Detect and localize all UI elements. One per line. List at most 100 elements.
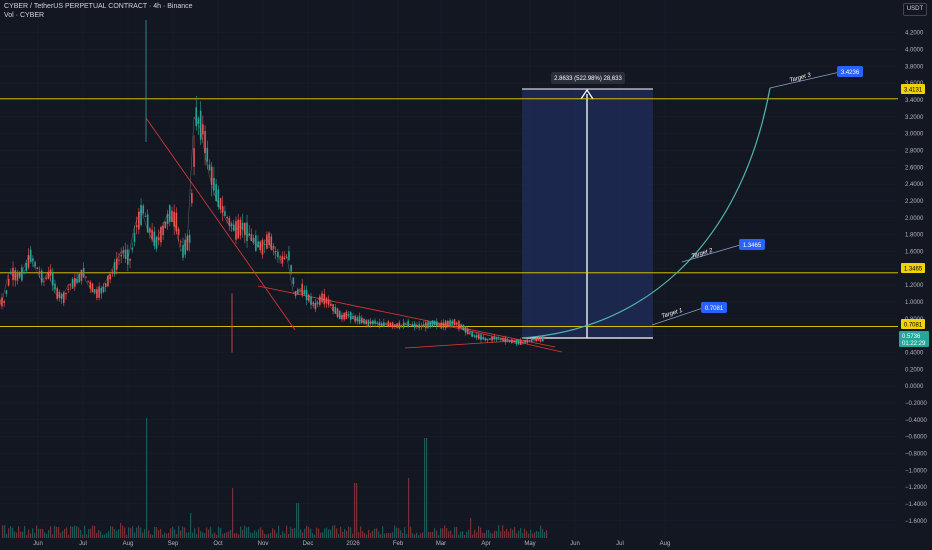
volume-bar	[156, 526, 158, 538]
candle-body	[85, 276, 87, 278]
candle-body	[345, 311, 348, 319]
candle-body	[491, 336, 493, 341]
x-tick-label: Dec	[303, 541, 314, 547]
volume-bar	[48, 530, 50, 538]
symbol-title[interactable]: CYBER / TetherUS PERPETUAL CONTRACT · 4h…	[4, 2, 193, 11]
volume-bar	[514, 526, 516, 538]
candle-body	[347, 314, 350, 316]
volume-bar	[474, 529, 476, 538]
volume-bar	[522, 532, 524, 538]
volume-bar	[222, 534, 224, 538]
candle-body	[32, 258, 34, 262]
candle-body	[444, 320, 447, 329]
volume-bar	[532, 533, 534, 538]
volume-bar	[44, 532, 46, 538]
candle-body	[427, 321, 429, 329]
volume-bar	[544, 531, 546, 538]
candle-body	[21, 267, 23, 281]
volume-bar	[512, 529, 514, 538]
volume-bar	[420, 533, 422, 538]
candle-body	[376, 322, 379, 324]
volume-bar	[198, 527, 200, 538]
volume-bar	[356, 483, 358, 538]
candle-body	[177, 228, 180, 235]
volume-bar	[538, 531, 540, 538]
candle-body	[164, 221, 167, 229]
volume-bar	[502, 525, 504, 538]
volume-bar	[32, 528, 34, 538]
candle-body	[455, 322, 458, 325]
volume-bar	[318, 528, 320, 538]
candle-body	[80, 269, 83, 281]
price-chart[interactable]: 2.8633 (522.98%) 28,633 Target 1 Target …	[0, 0, 932, 550]
candle-body	[111, 271, 114, 274]
volume-bar	[6, 533, 8, 538]
candle-body	[263, 243, 266, 245]
volume-bar	[190, 513, 192, 538]
volume-bar	[500, 531, 502, 538]
volume-bar	[344, 528, 346, 538]
y-tick-label: −0.4000	[905, 418, 928, 424]
x-tick-label: Feb	[393, 541, 404, 547]
candle-body	[206, 147, 209, 162]
volume-bar	[136, 527, 138, 538]
volume-bar	[304, 528, 306, 538]
volume-bar	[300, 529, 302, 538]
candle-body	[3, 301, 6, 303]
level-low-tag-text: 0.7081	[904, 323, 923, 329]
volume-bar	[418, 534, 420, 538]
candle-body	[102, 286, 105, 292]
candle-body	[281, 256, 284, 264]
volume-bar	[26, 534, 28, 538]
volume-bar	[226, 532, 228, 538]
volume-bar	[498, 525, 500, 538]
volume-bar	[506, 528, 508, 538]
candle-body	[453, 319, 456, 326]
candle-body	[480, 334, 482, 340]
candle-body	[449, 320, 451, 327]
candle-body	[338, 310, 341, 320]
volume-bar	[22, 531, 24, 538]
candle-body	[303, 289, 306, 295]
target-3-value: 3.4236	[841, 70, 860, 76]
volume-bar	[260, 527, 262, 538]
volume-bar	[342, 531, 344, 538]
currency-button[interactable]: USDT	[903, 3, 927, 16]
candle-body	[389, 322, 392, 327]
volume-bar	[326, 527, 328, 538]
volume-bar	[410, 526, 412, 538]
volume-bar	[110, 525, 112, 538]
volume-bar	[146, 418, 148, 538]
y-tick-label: 2.6000	[905, 165, 924, 171]
volume-bar	[122, 525, 124, 538]
volume-bar	[74, 525, 76, 538]
volume-bar	[486, 530, 488, 538]
candle-body	[7, 279, 10, 286]
candle-body	[168, 205, 171, 222]
volume-bar	[236, 533, 238, 538]
candle-body	[16, 272, 19, 281]
volume-bar	[112, 526, 114, 538]
candle-body	[321, 293, 323, 303]
candle-body	[433, 320, 436, 326]
candle-body	[96, 289, 98, 298]
candle-body	[422, 324, 425, 328]
volume-bar	[284, 533, 286, 538]
candle-body	[349, 312, 352, 320]
volume-bar	[168, 532, 170, 538]
candle-body	[431, 320, 434, 327]
volume-bar	[296, 503, 298, 538]
candle-body	[341, 314, 343, 320]
volume-bar	[38, 528, 40, 538]
volume-bar	[492, 533, 494, 538]
candle-body	[255, 235, 257, 251]
volume-bar	[42, 528, 44, 538]
volume-bar	[322, 532, 324, 538]
volume-bar	[152, 534, 154, 538]
volume-bar	[382, 526, 384, 538]
volume-bar	[178, 526, 180, 538]
volume-bar	[212, 533, 214, 538]
volume-bar	[376, 528, 378, 538]
time-axis[interactable]: Jun Jul Aug Sep Oct Nov Dec 2026 Feb Mar Apr May Jun…	[33, 541, 670, 547]
volume-bar	[192, 532, 194, 538]
